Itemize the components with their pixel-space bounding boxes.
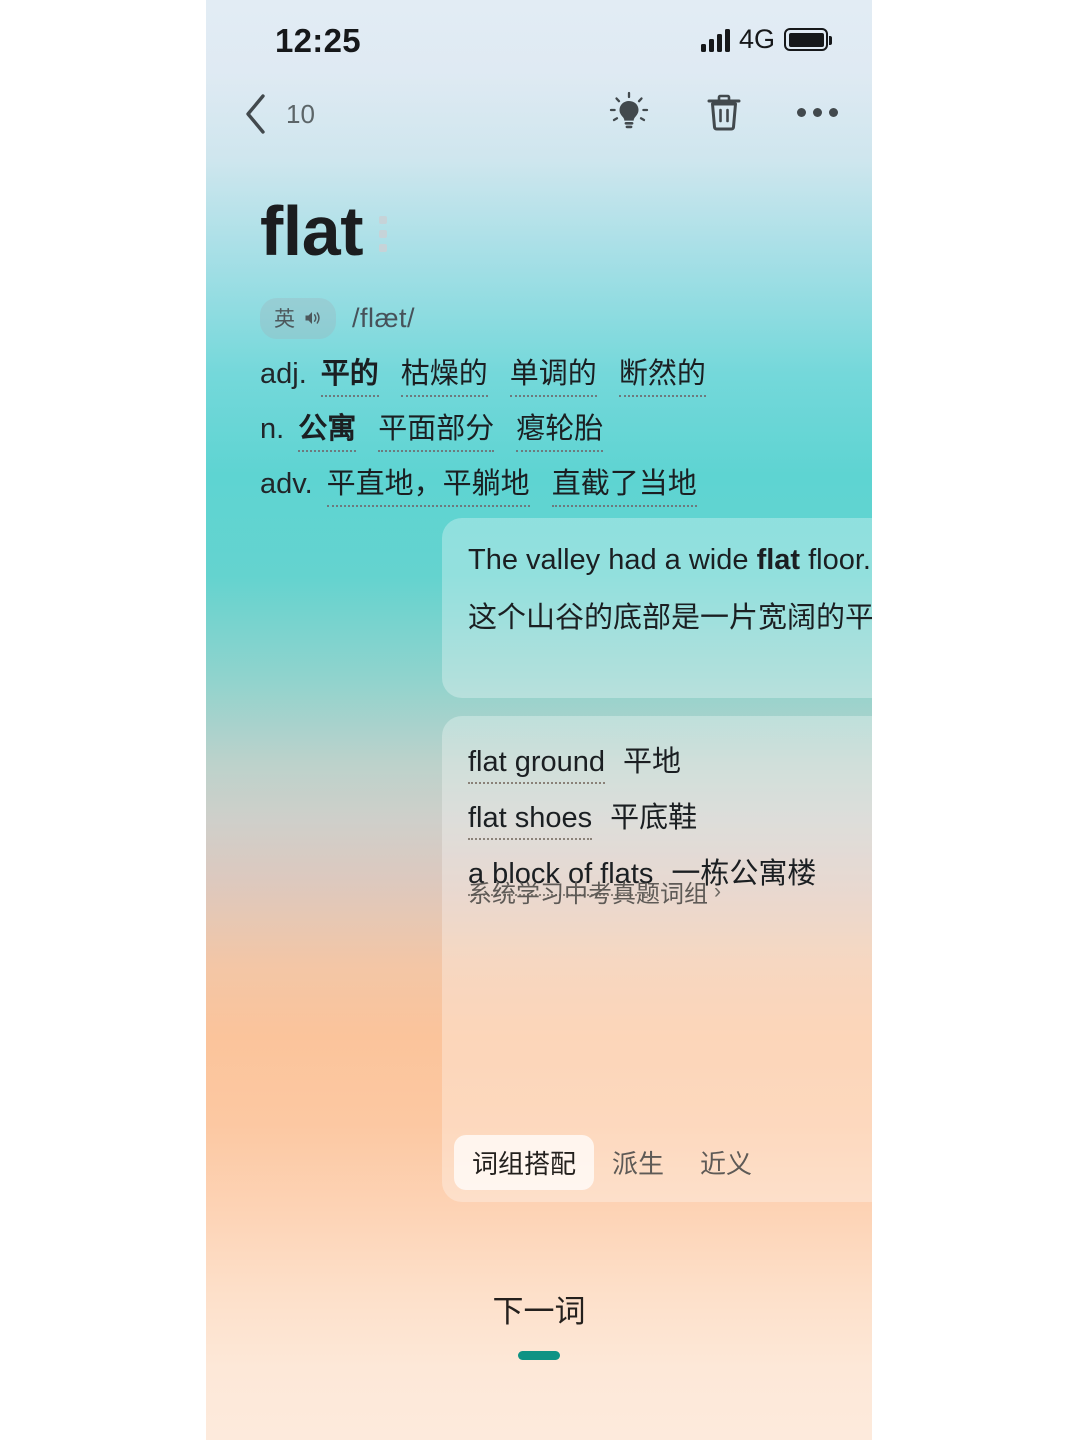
status-indicators: 4G	[700, 24, 832, 54]
part-of-speech: adv.	[260, 468, 313, 500]
phrase-english[interactable]: flat ground	[468, 746, 606, 784]
trash-icon[interactable]	[703, 90, 745, 134]
example-english-keyword: flat	[756, 544, 801, 576]
signal-bars-icon	[700, 28, 730, 52]
phrases-card: flat ground 平地 flat shoes 平底鞋 a block of…	[442, 716, 872, 1202]
example-english: The valley had a wide flat floor.	[468, 544, 871, 577]
study-phrases-link[interactable]: 系统学习中考真题词组 ›	[468, 874, 721, 909]
tab-phrase-collocations[interactable]: 词组搭配	[454, 1134, 595, 1190]
next-word-button[interactable]: 下一词	[493, 1286, 586, 1331]
definition-sense[interactable]: 断然的	[618, 350, 706, 397]
definition-sense[interactable]: 瘪轮胎	[516, 405, 604, 452]
more-vertical-icon[interactable]	[379, 216, 387, 252]
phrase-chinese: 平地	[623, 746, 682, 778]
nav-bar: 10	[206, 86, 872, 152]
phrase-tab-bar: 词组搭配 派生 近义	[454, 1134, 872, 1190]
part-of-speech: n.	[260, 413, 285, 445]
tab-derivatives[interactable]: 派生	[594, 1135, 682, 1190]
definition-sense[interactable]: 平直地，平躺地	[326, 460, 530, 507]
example-sentence-card: The valley had a wide flat floor. 这个山谷的底…	[442, 518, 872, 698]
status-time: 12:25	[275, 22, 361, 59]
definition-sense[interactable]: 平的	[320, 350, 379, 397]
pronounce-lang-label: 英	[274, 308, 295, 331]
battery-fill	[788, 32, 824, 47]
list-item[interactable]: flat ground 平地	[468, 738, 872, 784]
headword-row: flat	[206, 196, 872, 266]
network-type-label: 4G	[738, 24, 775, 54]
phone-screen: 12:25 4G 10 flat 英 /flæt/ adj. 平的 枯燥的 单调…	[206, 0, 872, 1440]
definitions-block: adj. 平的 枯燥的 单调的 断然的 n. 公寓 平面部分 瘪轮胎 adv. …	[260, 350, 840, 515]
definition-sense[interactable]: 枯燥的	[400, 350, 488, 397]
example-chinese: 这个山谷的底部是一片宽阔的平地。	[468, 602, 872, 634]
study-phrases-link-label: 系统学习中考真题词组	[468, 881, 708, 908]
lightbulb-icon[interactable]	[607, 90, 651, 134]
list-item[interactable]: flat shoes 平底鞋	[468, 794, 872, 840]
chevron-right-icon: ›	[714, 879, 721, 903]
nav-actions	[607, 90, 838, 134]
definition-sense[interactable]: 公寓	[298, 405, 357, 452]
pronunciation-row: 英 /flæt/	[260, 298, 415, 339]
phrase-english[interactable]: flat shoes	[468, 802, 593, 840]
pronounce-button[interactable]: 英	[260, 298, 336, 339]
word-index-count: 10	[286, 98, 315, 129]
definition-sense[interactable]: 直截了当地	[551, 460, 697, 507]
page-root: 12:25 4G 10 flat 英 /flæt/ adj. 平的 枯燥的 单调…	[0, 0, 1080, 1440]
part-of-speech: adj.	[260, 358, 307, 390]
status-bar: 12:25 4G	[206, 0, 872, 86]
definition-line: adj. 平的 枯燥的 单调的 断然的	[260, 350, 840, 397]
back-button[interactable]: 10	[242, 92, 315, 136]
chevron-left-icon	[246, 94, 265, 134]
tab-synonyms[interactable]: 近义	[682, 1135, 770, 1190]
example-english-after: floor.	[800, 544, 871, 576]
example-english-before: The valley had a wide	[468, 544, 757, 576]
battery-icon	[784, 28, 832, 51]
speaker-icon	[305, 312, 320, 324]
home-indicator	[518, 1351, 560, 1360]
ipa-transcription: /flæt/	[352, 303, 416, 333]
headword-block: flat	[206, 196, 872, 266]
definition-line: adv. 平直地，平躺地 直截了当地	[260, 460, 840, 507]
definition-sense[interactable]: 平面部分	[378, 405, 495, 452]
phrase-chinese: 平底鞋	[610, 802, 698, 834]
headword: flat	[260, 192, 364, 270]
definition-line: n. 公寓 平面部分 瘪轮胎	[260, 405, 840, 452]
definition-sense[interactable]: 单调的	[509, 350, 597, 397]
footer: 下一词	[206, 1286, 872, 1360]
more-horizontal-icon[interactable]	[797, 91, 838, 133]
